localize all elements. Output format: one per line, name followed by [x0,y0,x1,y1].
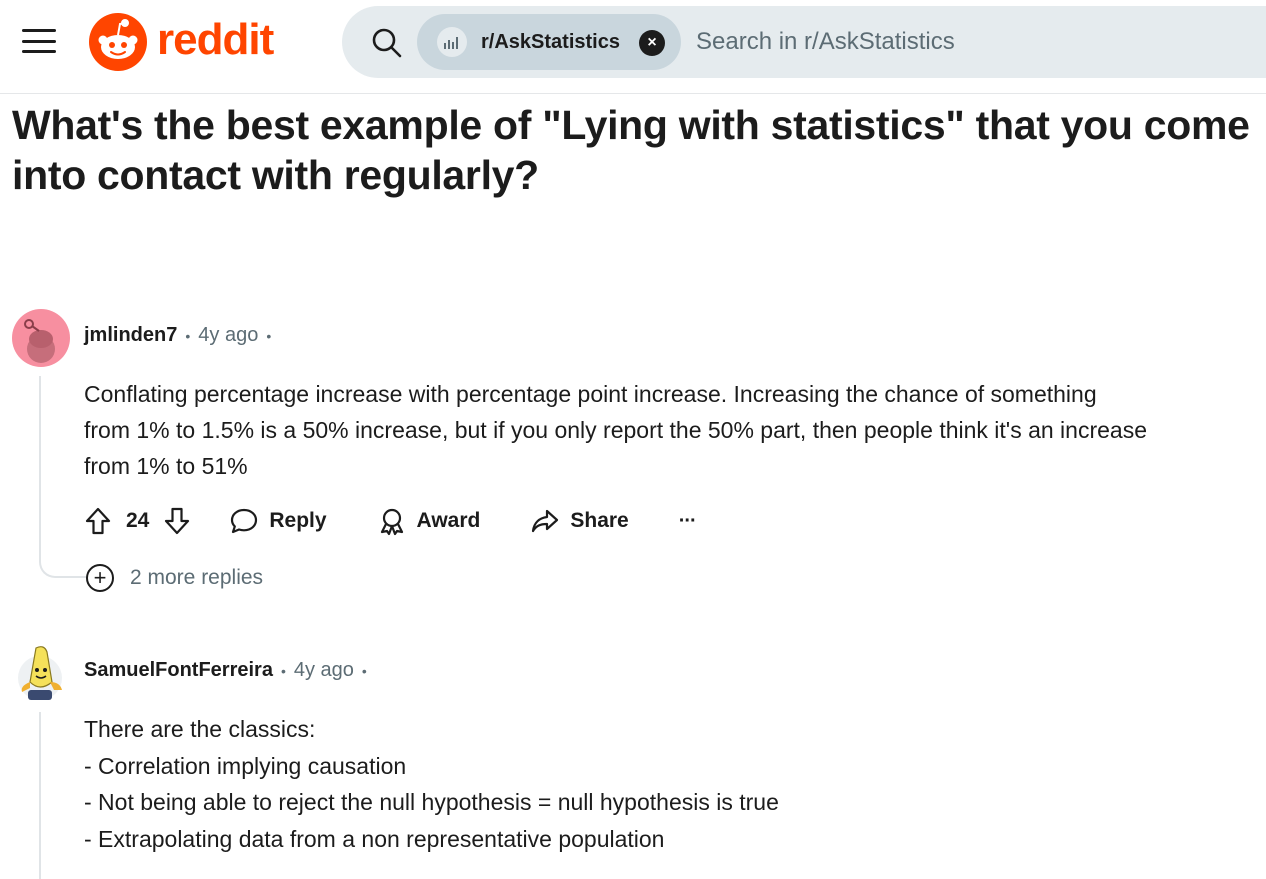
award-label: Award [416,509,481,532]
comment-meta: jmlinden7 • 4y ago • [84,324,279,347]
separator-dot: • [266,327,272,344]
separator-dot: • [361,662,367,679]
more-replies-button[interactable]: + 2 more replies [86,564,263,592]
post-title: What's the best example of "Lying with s… [12,102,1250,198]
comment-body: Conflating percentage increase with perc… [84,376,1254,484]
snoo-avatar-icon [24,319,55,363]
reddit-wordmark: reddit [157,15,274,64]
comment-author[interactable]: jmlinden7 [84,324,177,347]
banana-avatar-icon [18,646,62,700]
separator-dot: • [280,662,286,679]
reply-button[interactable]: Reply [229,506,327,536]
search-placeholder[interactable]: Search in r/AskStatistics [696,28,955,56]
thread-line[interactable] [39,376,41,554]
award-icon [380,508,403,536]
thread-line[interactable] [39,712,41,879]
comment-body: There are the classics: - Correlation im… [84,711,1254,857]
comment-time[interactable]: 4y ago [294,659,354,682]
comment-body-line: - Correlation implying causation [84,752,407,779]
vote-count: 24 [126,509,150,532]
more-options-icon[interactable]: ··· [679,510,697,533]
upvote-button[interactable] [84,506,112,536]
separator-dot: • [185,327,191,344]
comment-body-line: Conflating percentage increase with perc… [84,381,1097,407]
award-button[interactable]: Award [377,506,481,536]
comment-actions: 24 Reply Award Share ··· [84,501,697,541]
comment-body-line: - Not being able to reject the null hypo… [84,789,779,815]
downvote-icon [165,507,190,535]
comment-body-line: from 1% to 51% [84,453,248,479]
reply-label: Reply [269,509,327,532]
comment-body-line: from 1% to 1.5% is a 50% increase, but i… [84,417,1147,443]
more-replies-label: 2 more replies [130,566,264,589]
subreddit-icon [437,27,467,57]
expand-plus-icon: + [86,564,114,592]
top-bar: reddit r/AskStatistics × Search in r/Ask… [0,0,1266,94]
avatar[interactable] [12,309,70,367]
comment-author[interactable]: SamuelFontFerreira [84,659,273,682]
share-icon [532,509,559,533]
share-label: Share [570,509,629,532]
upvote-icon [85,507,111,535]
comment-body-line: There are the classics: [84,716,316,742]
clear-subreddit-icon[interactable]: × [639,30,665,56]
subreddit-chip-label: r/AskStatistics [481,30,620,53]
search-icon [372,28,402,58]
share-button[interactable]: Share [530,506,629,536]
chart-icon [444,37,458,49]
comment-time[interactable]: 4y ago [198,324,258,347]
comment-meta: SamuelFontFerreira • 4y ago • [84,659,375,682]
reddit-snoo-icon [89,13,147,71]
reddit-logo[interactable]: reddit [89,13,274,71]
thread-connector [39,548,87,578]
subreddit-chip[interactable]: r/AskStatistics × [417,14,681,70]
search-bar[interactable]: r/AskStatistics × Search in r/AskStatist… [342,6,1266,78]
comment-icon [231,508,258,534]
avatar[interactable] [14,642,66,702]
comment-body-line: - Extrapolating data from a non represen… [84,825,665,852]
menu-icon[interactable] [22,26,56,56]
downvote-button[interactable] [163,506,191,536]
